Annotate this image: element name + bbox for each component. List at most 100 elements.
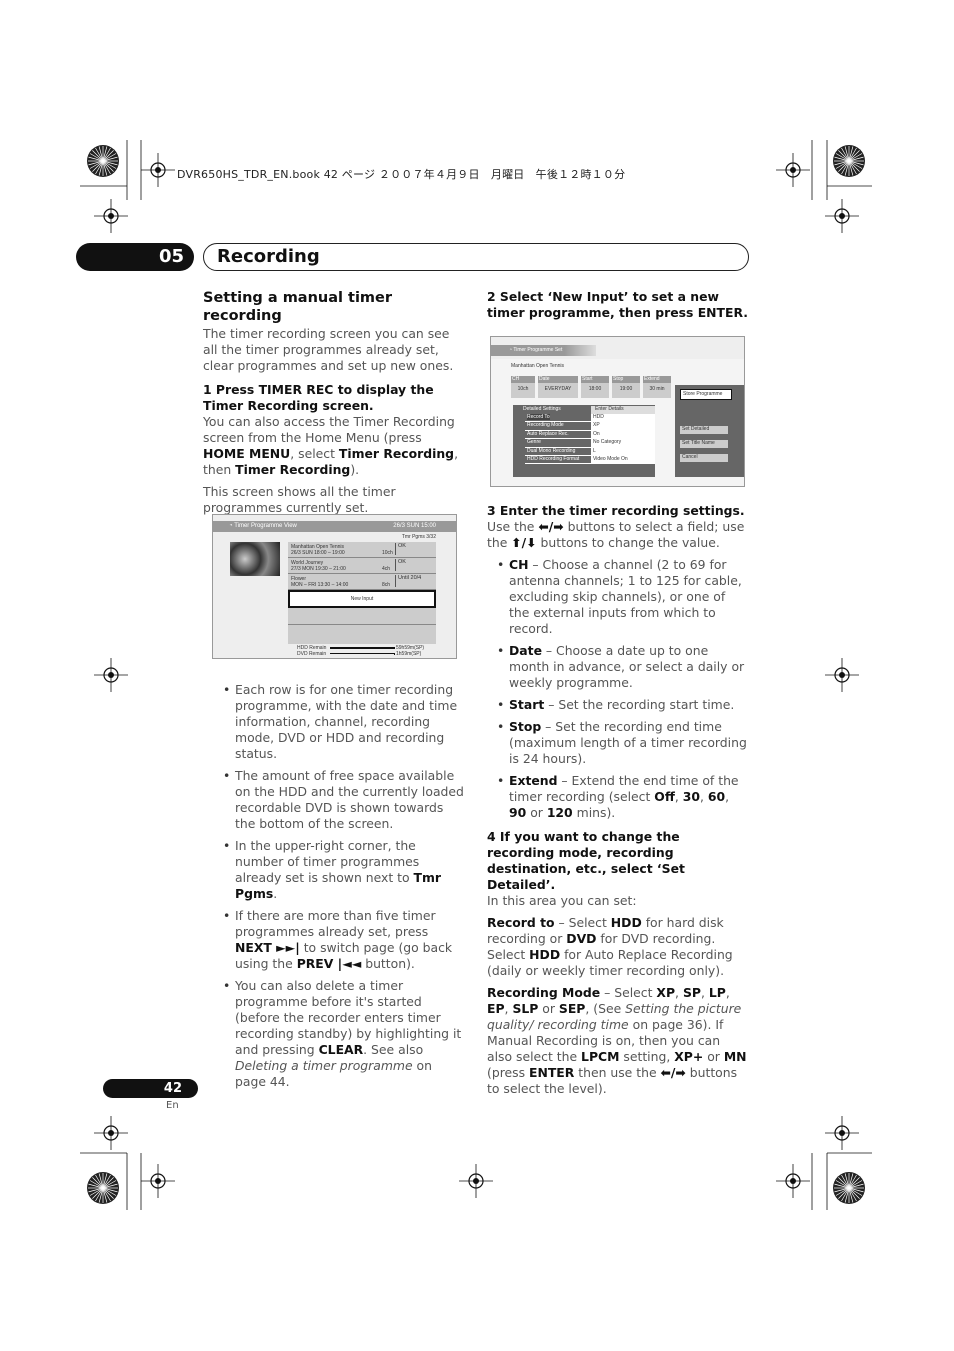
section-title: Setting a manual timer recording	[203, 290, 393, 324]
timer-programme-row[interactable]: World Journey 27/3 MON 19:30 – 21:00 4ch OK	[288, 558, 436, 574]
field-stop[interactable]: Stop 19:00	[612, 376, 640, 398]
setting-row[interactable]: HDD Recording Format Video Mode On	[525, 455, 655, 465]
field-extend[interactable]: Extend 30 min	[643, 376, 671, 398]
text-segment: Use the	[487, 519, 539, 534]
setting-label: Genre	[527, 439, 541, 446]
screen-title: Timer Programme Set	[513, 347, 563, 353]
book-file-line: DVR650HS_TDR_EN.book 42 ページ ２００７年４月９日 月曜…	[177, 168, 626, 181]
bullet-item: If there are more than five timer progra…	[213, 908, 465, 972]
text-segment: SLP	[512, 1001, 539, 1016]
text-segment: then use the	[574, 1065, 661, 1080]
text-segment: Timer Recording	[235, 462, 351, 477]
programme-channel: 4ch	[382, 566, 391, 572]
field-ch[interactable]: CH 10ch	[511, 376, 535, 398]
text-segment: The amount of free space available on th…	[235, 768, 464, 831]
field-start[interactable]: Start 18:00	[581, 376, 609, 398]
detailed-settings-panel: Detailed Settings Enter Details Record T…	[513, 405, 655, 477]
intro-text: The timer recording screen you can see a…	[203, 326, 454, 373]
text-segment: CLEAR	[318, 1042, 364, 1057]
field-value: 18:00	[588, 386, 602, 392]
field-date[interactable]: Date EVERYDAY	[538, 376, 578, 398]
setting-label: Auto Replace Rec.	[527, 430, 569, 437]
bullet-item: CH – Choose a channel (2 to 69 for anten…	[487, 557, 749, 637]
text-segment: ,	[674, 789, 683, 804]
text-segment: PREV |◄◄	[296, 956, 362, 971]
bullet-item: Date – Choose a date up to one month in …	[487, 643, 749, 691]
setting-row[interactable]: Record To HDD	[525, 414, 655, 423]
screen-button-cancel[interactable]: Cancel	[680, 454, 728, 462]
field-label: Date	[538, 376, 578, 383]
text-segment: or	[538, 1001, 559, 1016]
timer-programme-view-screen: ◔ Timer Programme View 26/3 SUN 15:00 Tm…	[212, 514, 457, 659]
setting-row[interactable]: Auto Replace Rec. On	[525, 430, 655, 440]
text-segment: ⬅/➡	[660, 1065, 686, 1080]
field-value: 30 min	[649, 386, 665, 392]
setting-row[interactable]: Recording Mode XP	[525, 422, 655, 431]
new-input-button[interactable]: New Input	[288, 590, 436, 608]
text-segment: DVD	[566, 931, 597, 946]
setting-value: L	[591, 447, 655, 456]
text-segment: ,	[700, 789, 708, 804]
programme-status: OK	[395, 543, 406, 555]
text-segment: In the upper-right corner, the number of…	[235, 838, 420, 885]
text-segment: LP	[708, 985, 726, 1000]
setting-row[interactable]: Genre No Category	[525, 439, 655, 448]
programme-time: 26/3 SUN 18:00 – 19:00	[291, 550, 345, 556]
text-segment: – Choose a channel (2 to 69 for antenna …	[509, 557, 742, 636]
chapter-title: Recording	[203, 243, 749, 271]
text-segment: button).	[361, 956, 415, 971]
step-1-text: You can also access the Timer Recording …	[203, 414, 465, 478]
text-segment: XP	[656, 985, 676, 1000]
left-column: Setting a manual timer recording The tim…	[203, 289, 465, 1096]
text-segment: – Select	[600, 985, 657, 1000]
field-label: CH	[511, 376, 535, 383]
programme-time: MON – FRI 13:30 – 14:00	[291, 582, 349, 588]
text-segment: , select	[290, 446, 339, 461]
text-segment: Date	[509, 643, 542, 658]
tmr-pgms-count: Tmr Pgms 3/32	[401, 534, 436, 540]
programme-name: Manhattan Open Tennis	[511, 363, 565, 369]
dvd-remain-label: DVD Remain	[297, 651, 327, 657]
language-label: En	[166, 1100, 179, 1111]
text-segment: ,	[725, 789, 730, 804]
text-segment: mins).	[572, 805, 616, 820]
text-segment: Deleting a timer programme	[235, 1058, 413, 1073]
text-segment: EP	[487, 1001, 505, 1016]
text-segment: ,	[675, 985, 683, 1000]
empty-row	[288, 608, 436, 625]
action-panel: Store Programme Set Detailed Set Title Na…	[675, 385, 744, 477]
store-programme-button[interactable]: Store Programme	[680, 389, 732, 400]
page-number: 42	[103, 1079, 198, 1098]
step-2-title: 2 Select ‘New Input’ to set a new timer …	[487, 289, 748, 320]
step-1-note: This screen shows all the timer programm…	[203, 484, 396, 515]
text-segment: HDD	[610, 915, 642, 930]
field-label: Stop	[612, 376, 640, 383]
hdd-remain-bar	[330, 647, 395, 649]
registration-marks	[80, 140, 872, 1210]
text-segment: LPCM	[581, 1049, 620, 1064]
text-segment: 120	[546, 805, 573, 820]
right-bullets: CH – Choose a channel (2 to 69 for anten…	[487, 557, 749, 821]
text-segment: ,	[700, 985, 709, 1000]
setting-label: HDD Recording Format	[527, 455, 580, 462]
text-segment: – Choose a date up to one month in advan…	[509, 643, 745, 690]
setting-row[interactable]: Dual Mono Recording L	[525, 447, 655, 456]
setting-value: Video Mode On	[591, 455, 655, 464]
timer-programme-row[interactable]: Manhattan Open Tennis 26/3 SUN 18:00 – 19…	[288, 542, 436, 558]
text-segment: ENTER	[529, 1065, 575, 1080]
text-segment: HOME MENU	[203, 446, 291, 461]
screen-button-set-title-name[interactable]: Set Title Name	[680, 440, 728, 448]
step-1-title: 1 Press TIMER REC to display the Timer R…	[203, 382, 434, 413]
text-segment: HDD	[529, 947, 561, 962]
text-segment: You can also access the Timer Recording …	[203, 414, 455, 445]
timer-programme-row[interactable]: Flower MON – FRI 13:30 – 14:00 8ch Until 20…	[288, 574, 436, 590]
text-segment: SEP	[558, 1001, 586, 1016]
text-segment: or	[526, 805, 547, 820]
setting-value: No Category	[591, 439, 655, 448]
bullet-item: In the upper-right corner, the number of…	[213, 838, 465, 902]
text-segment: setting,	[619, 1049, 675, 1064]
bullet-item: You can also delete a timer programme be…	[213, 978, 465, 1090]
text-segment: 30	[682, 789, 701, 804]
setting-value: XP	[591, 422, 655, 431]
screen-button-set-detailed[interactable]: Set Detailed	[680, 426, 728, 434]
